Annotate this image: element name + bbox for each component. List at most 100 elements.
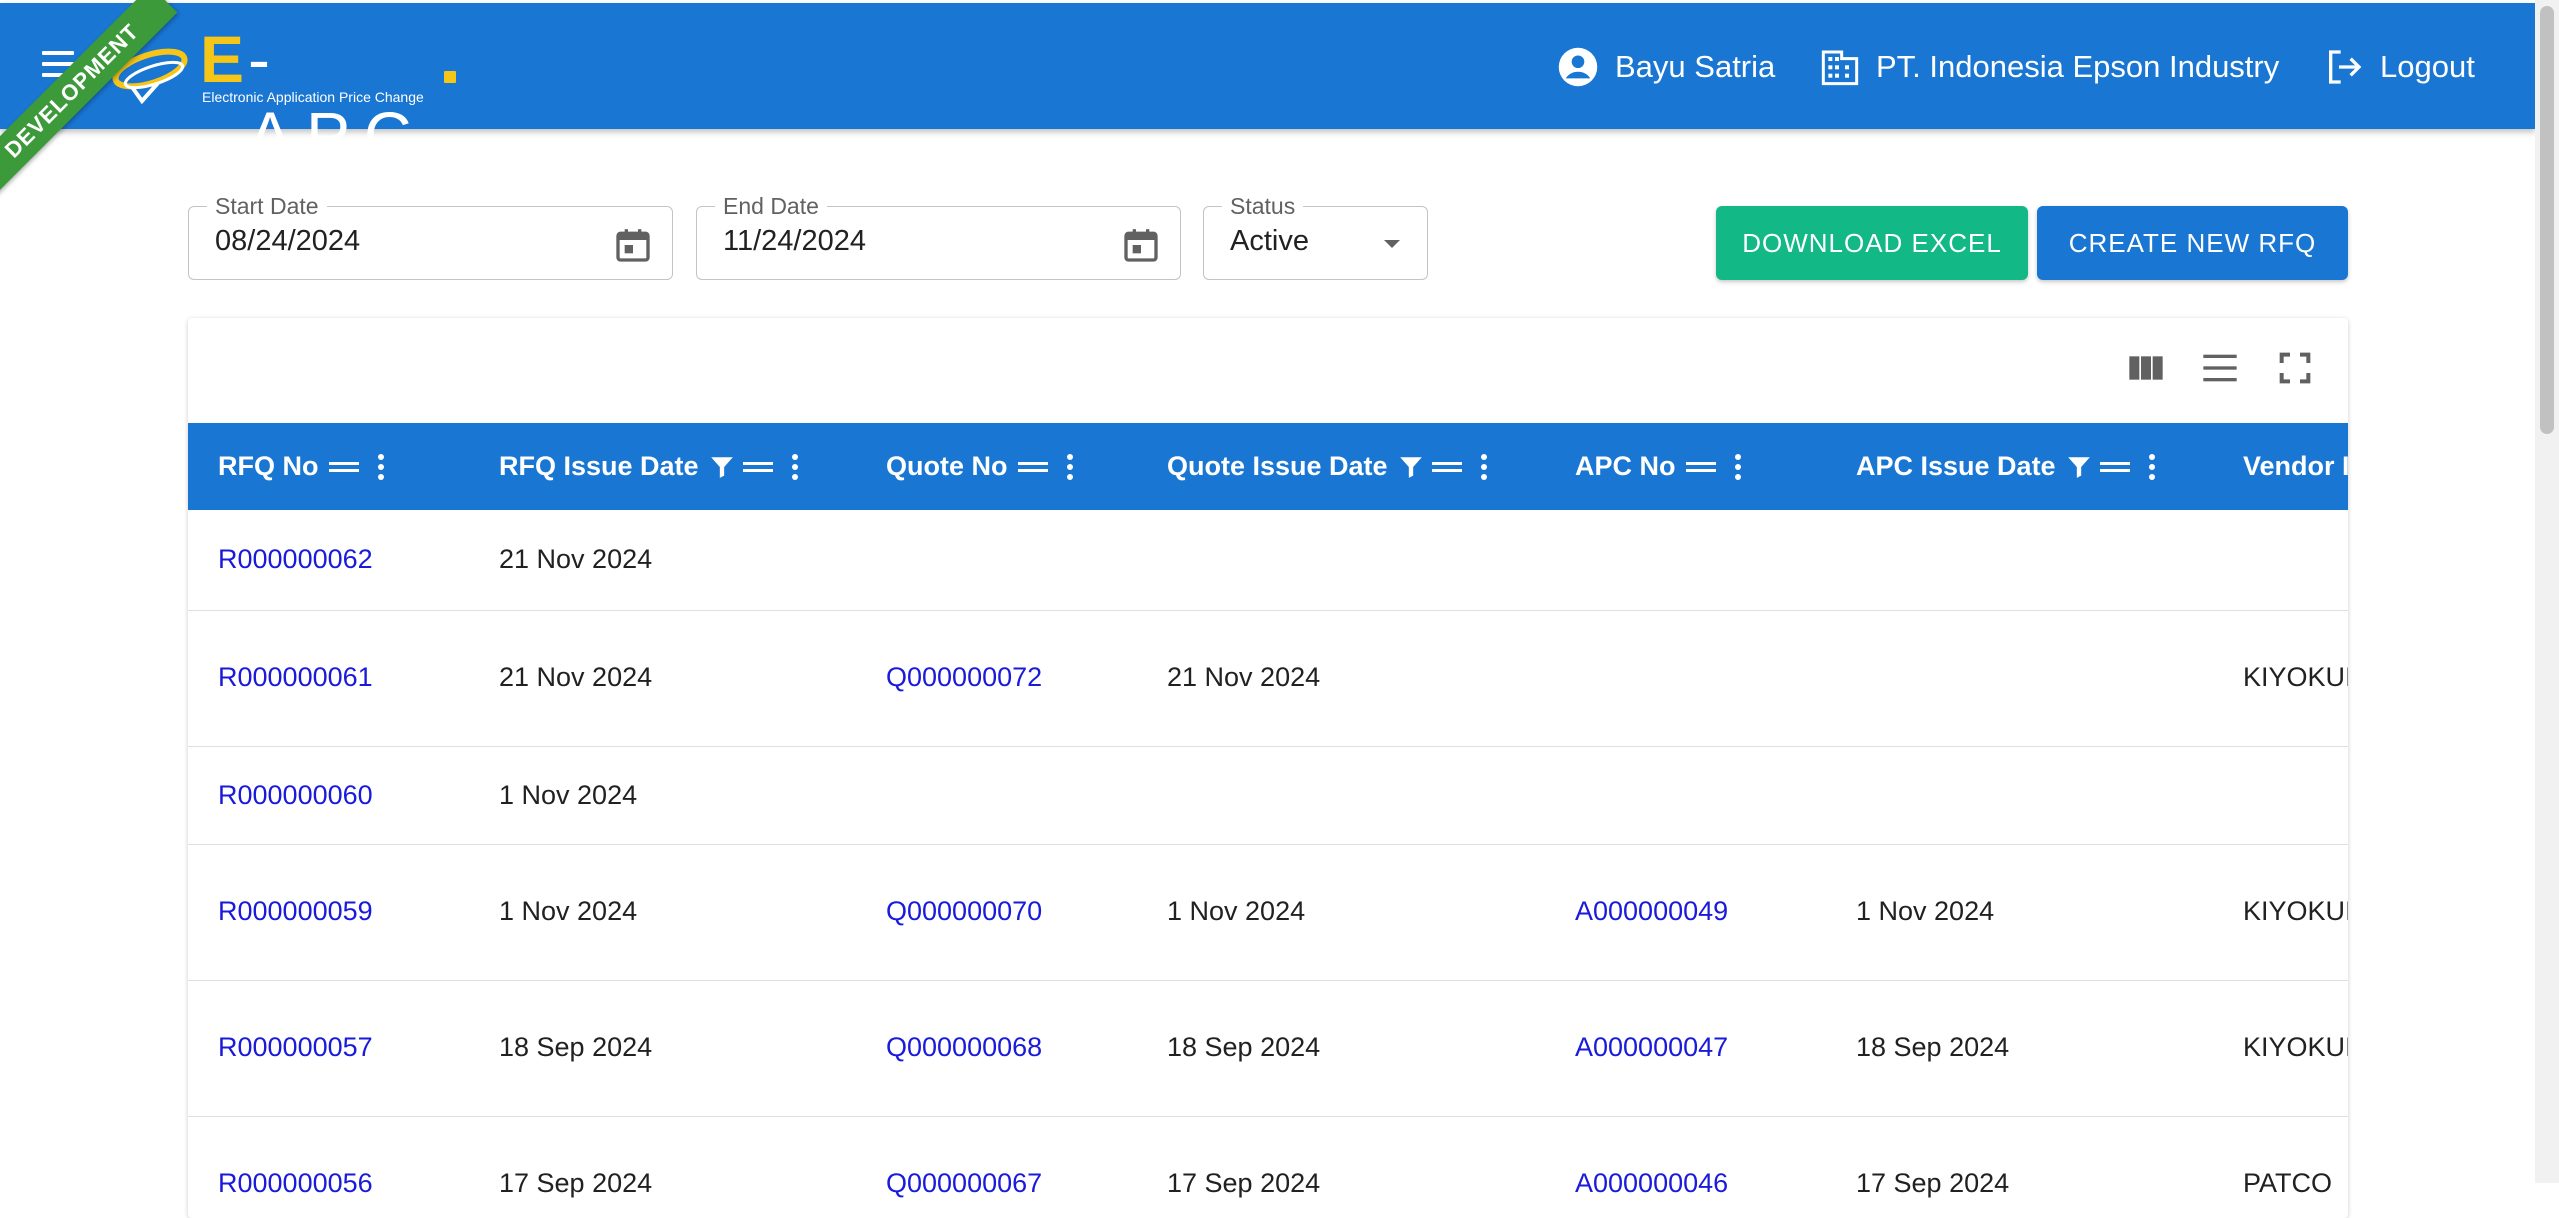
table-row[interactable]: R000000061 21 Nov 2024 Q000000072 21 Nov…	[188, 610, 2348, 747]
calendar-icon[interactable]	[613, 225, 653, 265]
table-row[interactable]: R000000060 1 Nov 2024	[188, 746, 2348, 845]
drag-handle-icon[interactable]	[1431, 457, 1462, 477]
create-rfq-button[interactable]: CREATE NEW RFQ	[2037, 206, 2348, 280]
drag-handle-icon[interactable]	[1685, 457, 1716, 477]
apc-no-link[interactable]: A000000046	[1575, 1168, 1728, 1199]
density-icon[interactable]	[2200, 348, 2240, 388]
app-header: E - APC Electronic Application Price Cha…	[0, 3, 2535, 172]
chevron-down-icon[interactable]	[1380, 235, 1404, 253]
drag-handle-icon[interactable]	[328, 457, 359, 477]
quote-no-link[interactable]: Q000000067	[886, 1168, 1042, 1199]
table-row[interactable]: R000000056 17 Sep 2024 Q000000067 17 Sep…	[188, 1116, 2348, 1218]
vendor-name: KIYOKUI	[2243, 1032, 2348, 1062]
start-date-value[interactable]: 08/24/2024	[215, 225, 360, 258]
vendor-name: PATCO	[2243, 1168, 2333, 1198]
account-circle-icon	[1558, 47, 1598, 87]
apc-issue-date: 17 Sep 2024	[1856, 1168, 2010, 1198]
apc-issue-date: 18 Sep 2024	[1856, 1032, 2010, 1062]
column-label: APC No	[1575, 451, 1676, 481]
columns-icon[interactable]	[2126, 348, 2166, 388]
quote-issue-date: 18 Sep 2024	[1167, 1032, 1321, 1062]
column-label: APC Issue Date	[1856, 451, 2056, 481]
column-menu-icon[interactable]	[1480, 453, 1488, 481]
table-row[interactable]: R000000059 1 Nov 2024 Q000000070 1 Nov 2…	[188, 844, 2348, 981]
drag-handle-icon[interactable]	[742, 457, 773, 477]
app-logo: E - APC Electronic Application Price Cha…	[112, 21, 478, 172]
column-header-apc-issue-date[interactable]: APC Issue Date	[1856, 423, 2156, 510]
column-header-quote-no[interactable]: Quote No	[886, 423, 1074, 510]
quote-no-link[interactable]: Q000000070	[886, 896, 1042, 927]
quote-issue-date: 17 Sep 2024	[1167, 1168, 1321, 1198]
user-menu[interactable]: Bayu Satria	[1557, 43, 1775, 91]
logo-subtitle: Electronic Application Price Change	[202, 89, 424, 105]
building-icon	[1821, 50, 1859, 86]
rfq-issue-date: 21 Nov 2024	[499, 662, 653, 692]
column-label: RFQ Issue Date	[499, 451, 699, 481]
quote-issue-date: 1 Nov 2024	[1167, 896, 1306, 926]
vendor-name: KIYOKUI	[2243, 896, 2348, 926]
logo-text-e: E	[200, 22, 249, 96]
table-row[interactable]: R000000057 18 Sep 2024 Q000000068 18 Sep…	[188, 980, 2348, 1117]
rfq-issue-date: 17 Sep 2024	[499, 1168, 653, 1198]
drag-handle-icon[interactable]	[1017, 457, 1048, 477]
status-label: Status	[1222, 193, 1304, 220]
quote-no-link[interactable]: Q000000068	[886, 1032, 1042, 1063]
apc-no-link[interactable]: A000000047	[1575, 1032, 1728, 1063]
column-menu-icon[interactable]	[2148, 453, 2156, 481]
rfq-no-link[interactable]: R000000056	[218, 1168, 373, 1199]
fullscreen-icon[interactable]	[2275, 348, 2315, 388]
column-menu-icon[interactable]	[1066, 453, 1074, 481]
start-date-field[interactable]: Start Date 08/24/2024	[188, 193, 673, 280]
column-label: Quote No	[886, 451, 1008, 481]
column-header-vendor[interactable]: Vendor I	[2243, 423, 2348, 510]
rfq-issue-date: 1 Nov 2024	[499, 780, 638, 810]
end-date-label: End Date	[715, 193, 827, 220]
company-name: PT. Indonesia Epson Industry	[1876, 49, 2280, 84]
column-menu-icon[interactable]	[377, 453, 385, 481]
table-header: RFQ No RFQ Issue Date Quote No Quote Iss…	[188, 423, 2348, 510]
column-menu-icon[interactable]	[791, 453, 799, 481]
column-label: RFQ No	[218, 451, 319, 481]
rfq-no-link[interactable]: R000000061	[218, 662, 373, 693]
vendor-name: KIYOKUI	[2243, 662, 2348, 692]
rfq-no-link[interactable]: R000000060	[218, 780, 373, 811]
end-date-field[interactable]: End Date 11/24/2024	[696, 193, 1181, 280]
quote-issue-date: 21 Nov 2024	[1167, 662, 1321, 692]
column-header-rfq-issue-date[interactable]: RFQ Issue Date	[499, 423, 799, 510]
page-scrollbar[interactable]	[2535, 0, 2559, 1183]
filter-icon[interactable]	[2066, 454, 2092, 480]
status-select[interactable]: Status Active	[1203, 193, 1428, 280]
logout-label: Logout	[2380, 49, 2475, 84]
scrollbar-thumb[interactable]	[2540, 6, 2554, 434]
column-header-quote-issue-date[interactable]: Quote Issue Date	[1167, 423, 1488, 510]
apc-no-link[interactable]: A000000049	[1575, 896, 1728, 927]
start-date-label: Start Date	[207, 193, 327, 220]
logout-icon	[2329, 50, 2362, 84]
column-label: Vendor I	[2243, 451, 2348, 481]
filter-icon[interactable]	[709, 454, 735, 480]
rfq-issue-date: 21 Nov 2024	[499, 544, 653, 574]
end-date-value[interactable]: 11/24/2024	[723, 225, 866, 258]
logo-dot	[444, 71, 456, 83]
drag-handle-icon[interactable]	[2099, 457, 2130, 477]
rfq-no-link[interactable]: R000000057	[218, 1032, 373, 1063]
rfq-table-card: RFQ No RFQ Issue Date Quote No Quote Iss…	[188, 318, 2348, 1218]
column-header-apc-no[interactable]: APC No	[1575, 423, 1742, 510]
column-menu-icon[interactable]	[1734, 453, 1742, 481]
download-excel-button[interactable]: DOWNLOAD EXCEL	[1716, 206, 2028, 280]
status-value: Active	[1230, 225, 1309, 257]
logout-button[interactable]: Logout	[2324, 43, 2475, 91]
rfq-no-link[interactable]: R000000059	[218, 896, 373, 927]
menu-icon[interactable]	[36, 45, 84, 85]
calendar-icon[interactable]	[1121, 225, 1161, 265]
quote-no-link[interactable]: Q000000072	[886, 662, 1042, 693]
filter-icon[interactable]	[1398, 454, 1424, 480]
column-header-rfq-no[interactable]: RFQ No	[218, 423, 385, 510]
rfq-issue-date: 1 Nov 2024	[499, 896, 638, 926]
apc-issue-date: 1 Nov 2024	[1856, 896, 1995, 926]
user-name: Bayu Satria	[1615, 49, 1776, 84]
logo-swoosh-icon	[112, 48, 188, 105]
table-row[interactable]: R000000062 21 Nov 2024	[188, 510, 2348, 611]
rfq-no-link[interactable]: R000000062	[218, 544, 373, 575]
company-menu[interactable]: PT. Indonesia Epson Industry	[1820, 43, 2279, 91]
